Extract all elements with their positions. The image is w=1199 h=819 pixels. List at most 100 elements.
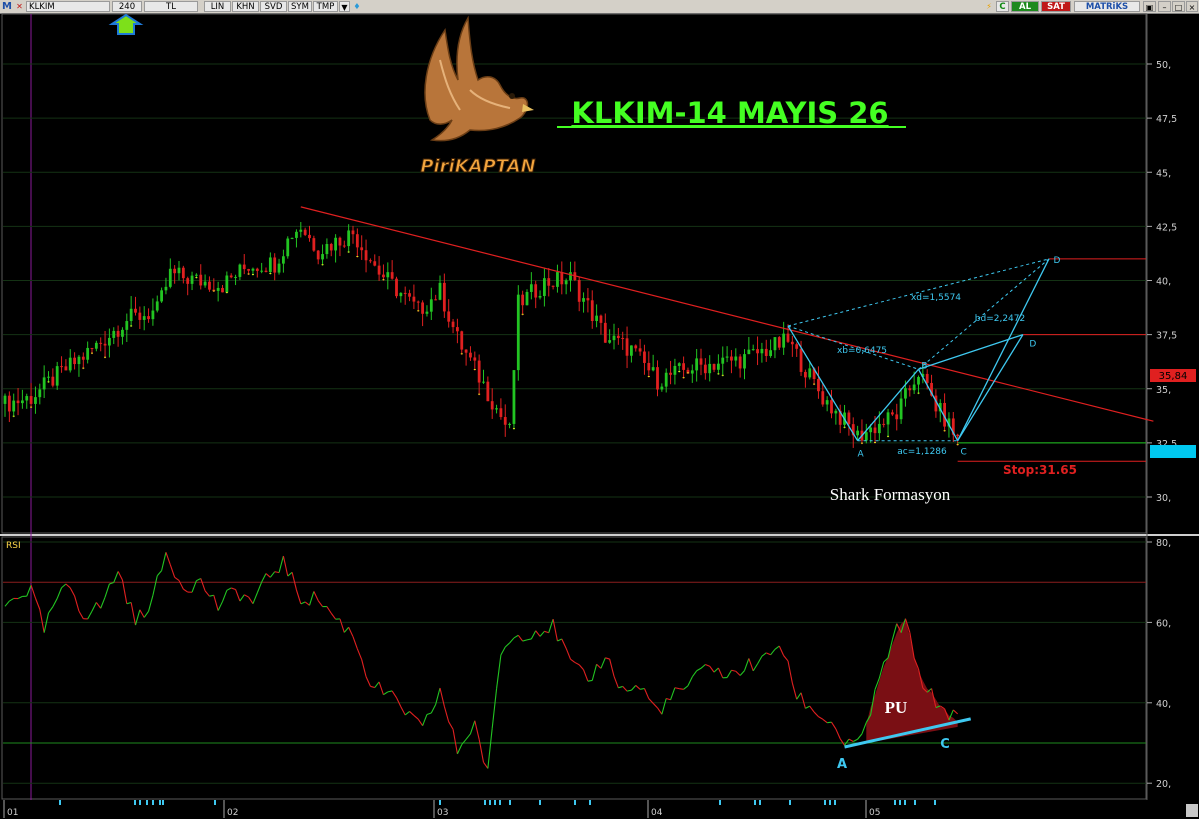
rsi-segment — [805, 705, 810, 709]
candle-body — [81, 356, 85, 360]
candle-body — [160, 290, 163, 302]
rsi-segment — [796, 692, 802, 700]
symbol-field[interactable]: KLKIM — [26, 1, 110, 12]
dropdown-arrow-icon[interactable]: ▼ — [339, 1, 350, 12]
window-icon[interactable]: ▣ — [1143, 1, 1156, 12]
twitter-icon[interactable]: ♦ — [351, 1, 363, 12]
maximize-icon[interactable]: □ — [1172, 1, 1185, 12]
rsi-segment — [530, 630, 537, 640]
rsi-segment — [174, 576, 180, 581]
rsi-segment — [161, 552, 167, 571]
rsi-segment — [857, 733, 863, 740]
template-button[interactable]: TMP — [313, 1, 338, 12]
pattern-point-b: B — [921, 361, 927, 371]
candle-body — [99, 342, 103, 344]
candle-body — [116, 330, 120, 337]
candle-body — [482, 381, 485, 383]
rsi-segment — [9, 597, 14, 602]
buy-button[interactable]: AL — [1011, 1, 1039, 12]
svd-button[interactable]: SVD — [260, 1, 287, 12]
rsi-segment — [295, 589, 302, 605]
candle-body — [16, 400, 20, 404]
candle-body — [630, 345, 633, 356]
price-tick-label: 37,5 — [1156, 331, 1177, 342]
khn-button[interactable]: KHN — [232, 1, 259, 12]
candle-body — [734, 356, 738, 361]
rsi-segment — [783, 655, 789, 662]
candle-body — [830, 400, 833, 414]
symbol-button[interactable]: SYM — [288, 1, 312, 12]
refresh-button[interactable]: C — [996, 1, 1009, 12]
toolbar: M ✕ KLKIM 240 TL LIN KHN SVD SYM TMP ▼ ♦… — [0, 0, 1199, 14]
rsi-segment — [365, 676, 371, 687]
ratio-xb-label: xb=0,6475 — [837, 346, 887, 356]
candle-body — [21, 400, 24, 404]
price-tick-label: 47,5 — [1156, 114, 1177, 125]
candle-body — [199, 274, 203, 286]
rsi-point-c: C — [940, 737, 950, 752]
rsi-segment — [104, 583, 110, 598]
currency-field[interactable]: TL — [144, 1, 198, 12]
line-chart-button[interactable]: LIN — [204, 1, 231, 12]
pattern-point-a: A — [858, 450, 865, 460]
pattern-leg-xa — [787, 325, 859, 442]
rsi-segment — [831, 721, 837, 730]
rsi-segment — [539, 630, 545, 637]
candle-body — [421, 302, 424, 314]
sell-button[interactable]: SAT — [1041, 1, 1071, 12]
candle-body — [547, 278, 551, 286]
rsi-segment — [121, 579, 128, 604]
rsi-segment — [465, 733, 471, 740]
rsi-segment — [456, 744, 463, 755]
rsi-segment — [426, 712, 432, 715]
candle-body — [225, 275, 229, 293]
rsi-segment — [474, 720, 480, 740]
rsi-segment — [517, 634, 524, 642]
rsi-y-axis: 20, 40, 60, 80, — [1147, 538, 1171, 790]
candle-body — [703, 364, 707, 374]
rsi-segment — [282, 555, 289, 577]
rsi-segment — [404, 711, 410, 716]
candle-body — [399, 292, 403, 297]
rsi-point-a: A — [837, 757, 847, 772]
candle-body — [177, 267, 181, 274]
rsi-segment — [548, 618, 554, 633]
period-field[interactable]: 240 — [112, 1, 142, 12]
rsi-segment — [261, 573, 267, 583]
rsi-segment — [109, 581, 114, 585]
rsi-segment — [709, 665, 715, 673]
candle-body — [264, 270, 268, 273]
candle-body — [151, 310, 155, 320]
candle-body — [808, 368, 812, 378]
rsi-segment — [204, 590, 210, 597]
rsi-segment — [574, 661, 580, 666]
rsi-segment — [317, 600, 323, 607]
candle-body — [347, 230, 351, 247]
candle-body — [403, 292, 407, 294]
candle-body — [221, 287, 224, 293]
ratio-xd-label: xd=1,5574 — [911, 293, 961, 303]
minimize-icon[interactable]: – — [1158, 1, 1171, 12]
rsi-segment — [526, 638, 532, 641]
rsi-segment — [61, 583, 67, 589]
rsi-segment — [952, 709, 959, 715]
symbol-type-icon[interactable]: ✕ — [14, 1, 25, 12]
close-icon[interactable]: × — [1186, 1, 1198, 12]
rsi-segment — [583, 669, 589, 682]
rsi-segment — [591, 664, 598, 681]
scroll-right-button[interactable] — [1186, 804, 1198, 817]
candle-body — [442, 282, 446, 312]
rsi-segment — [513, 634, 519, 639]
candle-body — [590, 300, 594, 321]
rsi-segment — [274, 571, 280, 574]
lightning-icon[interactable]: ⚡ — [983, 1, 995, 12]
candle-body — [203, 281, 207, 286]
rsi-segment — [313, 591, 319, 601]
rsi-segment — [766, 652, 771, 656]
rsi-segment — [400, 706, 406, 716]
candle-body — [886, 412, 890, 425]
rsi-segment — [352, 636, 358, 650]
candle-body — [690, 370, 694, 374]
candle-body — [112, 330, 116, 338]
rsi-segment — [509, 637, 515, 644]
